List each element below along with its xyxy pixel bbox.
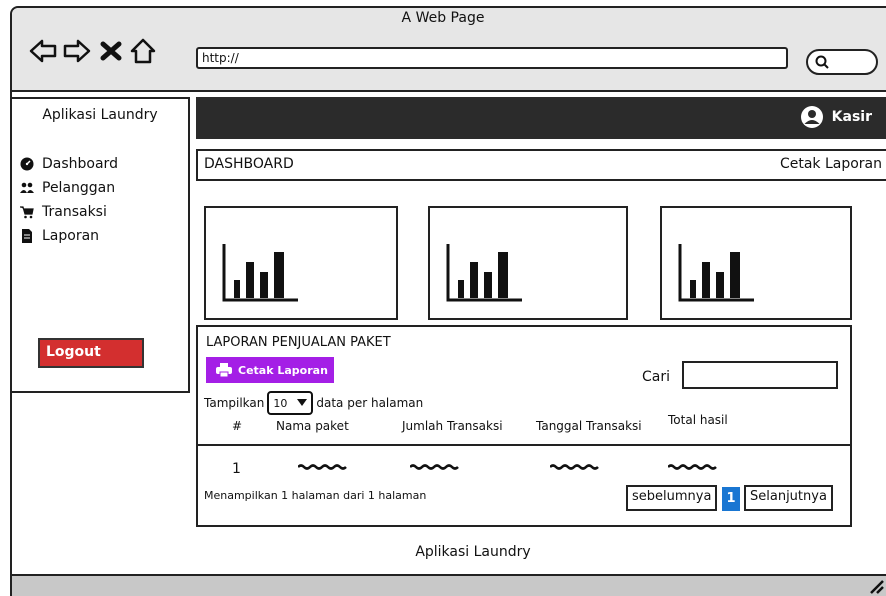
bar-chart-icon <box>678 244 754 302</box>
top-bar: Kasir <box>196 97 886 139</box>
printer-icon <box>216 363 232 377</box>
previous-page-button[interactable]: sebelumnya <box>626 485 718 511</box>
stop-icon[interactable] <box>96 36 126 66</box>
sidebar-item-pelanggan[interactable]: Pelanggan <box>20 177 115 199</box>
dashboard-bar: DASHBOARD Cetak Laporan <box>196 149 886 181</box>
page-size-select[interactable]: 10 <box>267 391 314 415</box>
current-page-button[interactable]: 1 <box>722 487 740 511</box>
footer-text: Aplikasi Laundry <box>415 544 531 560</box>
chart-card <box>660 206 852 320</box>
chart-card <box>428 206 628 320</box>
bar-chart-icon <box>222 244 298 302</box>
show-prefix: Tampilkan <box>204 396 265 410</box>
placeholder-text <box>550 464 599 470</box>
page-size-value: 10 <box>273 396 288 410</box>
page-title: DASHBOARD <box>204 156 294 172</box>
sidebar-item-laporan[interactable]: Laporan <box>20 225 99 247</box>
user-avatar-icon <box>800 106 823 128</box>
dashboard-icon <box>20 157 34 171</box>
sidebar-item-dashboard[interactable]: Dashboard <box>20 153 118 175</box>
search-input[interactable] <box>682 361 838 389</box>
user-label: Kasir <box>831 109 872 125</box>
column-header: # <box>232 419 243 433</box>
resize-handle-icon[interactable] <box>868 578 884 594</box>
cart-icon <box>20 206 34 219</box>
logout-button[interactable]: Logout <box>38 338 144 368</box>
table-row-number: 1 <box>232 461 241 477</box>
user-menu[interactable]: Kasir <box>800 105 872 129</box>
file-icon <box>22 229 32 243</box>
page-size-control: Tampilkan 10 data per halaman <box>204 391 423 415</box>
report-title: LAPORAN PENJUALAN PAKET <box>206 335 391 350</box>
sidebar-item-label: Laporan <box>42 228 100 244</box>
chart-card <box>204 206 398 320</box>
show-suffix: data per halaman <box>316 396 424 410</box>
status-bar <box>12 574 886 596</box>
sidebar-item-label: Dashboard <box>42 156 118 172</box>
placeholder-text <box>298 464 347 470</box>
search-icon <box>815 55 829 69</box>
print-report-label: Cetak Laporan <box>238 363 328 377</box>
sidebar-item-label: Transaksi <box>42 204 107 220</box>
column-header: Nama paket <box>276 419 349 433</box>
next-page-button[interactable]: Selanjutnya <box>744 485 833 511</box>
search-go-button[interactable] <box>806 49 878 75</box>
search-label: Cari <box>642 369 670 385</box>
pagination-info: Menampilkan 1 halaman dari 1 halaman <box>204 489 427 502</box>
column-header: Total hasil <box>668 413 728 427</box>
back-icon[interactable] <box>28 36 58 66</box>
column-header: Tanggal Transaksi <box>536 419 642 433</box>
bar-chart-icon <box>446 244 522 302</box>
chevron-down-icon <box>297 399 308 406</box>
window-title: A Web Page <box>401 10 485 26</box>
sidebar-item-label: Pelanggan <box>42 180 116 196</box>
placeholder-text <box>668 464 717 470</box>
users-icon <box>20 182 34 193</box>
table-divider <box>198 444 850 446</box>
sidebar-app-name: Aplikasi Laundry <box>42 107 158 123</box>
home-icon[interactable] <box>128 36 158 66</box>
column-header: Jumlah Transaksi <box>402 419 503 433</box>
placeholder-text <box>410 464 459 470</box>
sidebar-item-transaksi[interactable]: Transaksi <box>20 201 107 223</box>
print-report-link[interactable]: Cetak Laporan <box>780 156 882 172</box>
url-input[interactable]: http:// <box>196 47 788 69</box>
forward-icon[interactable] <box>62 36 92 66</box>
report-panel: LAPORAN PENJUALAN PAKET Cetak Laporan Ca… <box>196 325 852 527</box>
print-report-button[interactable]: Cetak Laporan <box>206 357 334 383</box>
